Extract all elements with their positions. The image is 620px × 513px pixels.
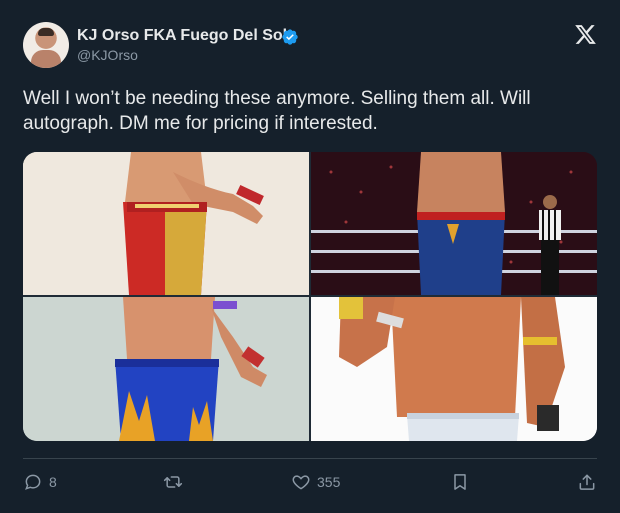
media-photo-2[interactable] <box>311 152 597 295</box>
media-photo-3[interactable] <box>23 297 309 441</box>
x-logo-icon[interactable] <box>574 23 597 46</box>
avatar[interactable] <box>23 22 69 68</box>
author-handle[interactable]: @KJOrso <box>77 47 138 63</box>
reply-icon <box>25 474 41 490</box>
share-button[interactable] <box>577 470 597 494</box>
retweet-button[interactable] <box>163 470 189 494</box>
tweet-text: Well I won’t be needing these anymore. S… <box>23 88 531 134</box>
media-photo-4[interactable] <box>311 297 597 441</box>
verified-badge-icon <box>282 29 298 45</box>
like-count: 355 <box>317 474 341 490</box>
action-bar: 8 355 <box>0 470 620 494</box>
avatar-torso <box>31 50 61 68</box>
avatar-hair <box>38 28 54 36</box>
bookmark-icon <box>454 474 466 490</box>
heart-icon <box>292 475 310 490</box>
media-grid[interactable] <box>23 152 597 441</box>
reply-count: 8 <box>49 474 57 490</box>
author-name[interactable]: KJ Orso FKA Fuego Del Sol <box>77 27 287 45</box>
retweet-icon <box>163 476 183 488</box>
bookmark-button[interactable] <box>450 470 470 494</box>
tweet-card: KJ Orso FKA Fuego Del Sol @KJOrso Well I… <box>0 0 620 513</box>
reply-button[interactable]: 8 <box>23 470 57 494</box>
like-button[interactable]: 355 <box>291 470 340 494</box>
media-photo-1[interactable] <box>23 152 309 295</box>
actions-divider <box>23 458 597 459</box>
share-icon <box>579 474 595 490</box>
